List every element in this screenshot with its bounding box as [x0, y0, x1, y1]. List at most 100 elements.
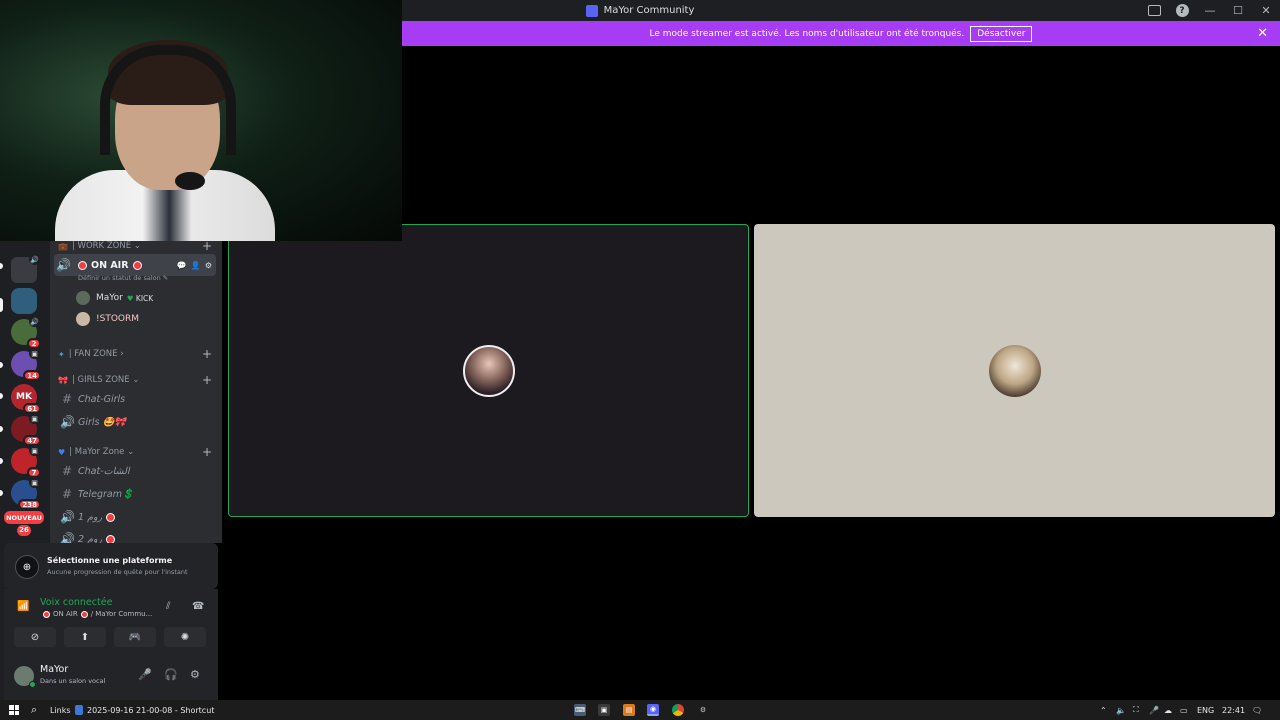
voice-channel-1[interactable]: 🔊 1 روم — [58, 508, 216, 526]
voice-tile[interactable] — [754, 224, 1275, 517]
microphone-icon[interactable]: 🎤 — [138, 668, 152, 681]
server-icon[interactable]: ▣ 14 — [11, 348, 41, 381]
speaker-icon: 🔊 — [29, 316, 40, 327]
screen-share-icon: ▣ — [29, 413, 40, 424]
soundboard-button[interactable]: ✺ — [164, 627, 206, 647]
taskbar-app-obs[interactable]: ▣ — [598, 704, 610, 716]
voice-user-name: MaYor — [96, 293, 123, 303]
category-label: FAN ZONE — [74, 349, 118, 359]
screen-share-icon: ⬆ — [80, 631, 90, 643]
voice-channel-2[interactable]: 🔊 2 روم — [58, 530, 216, 543]
text-channel-chat-arabic[interactable]: # Chat-الشات — [58, 462, 216, 480]
channel-name: Girls 🤩🎀 — [78, 416, 127, 428]
voice-user-stoorm[interactable]: !STOORM — [76, 310, 139, 328]
onedrive-icon[interactable]: ☁ — [1164, 704, 1172, 716]
controller-icon: ⊕ — [15, 555, 39, 579]
inbox-button[interactable] — [1140, 0, 1168, 21]
network-icon[interactable]: ⛶ — [1133, 704, 1139, 716]
category-emoji: 🎀 — [58, 375, 68, 385]
red-circle-icon — [106, 534, 116, 543]
quest-panel[interactable]: ⊕ Sélectionne une plateforme Aucune prog… — [4, 543, 218, 589]
headphones-icon[interactable]: 🎧 — [164, 668, 178, 681]
folder-icon: ▤ — [623, 704, 635, 716]
add-channel-icon[interactable]: + — [202, 445, 212, 459]
help-button[interactable]: ? — [1168, 0, 1196, 21]
set-channel-status[interactable]: Définir un statut de salon ✎ — [78, 274, 168, 282]
search-icon[interactable]: ⌕ — [31, 703, 37, 716]
clock[interactable]: 22:41 — [1222, 704, 1245, 716]
gear-icon[interactable]: ⚙ — [205, 261, 212, 270]
server-icon[interactable]: 🔊 2 — [11, 316, 41, 349]
taskbar-app-chrome[interactable] — [672, 704, 684, 716]
category-mayor-zone[interactable]: ♥ | MaYor Zone ⌄ + — [58, 445, 216, 459]
text-channel-telegram[interactable]: # Telegram💲 — [58, 485, 216, 503]
unread-pip — [0, 362, 3, 368]
voice-tile-speaking[interactable] — [228, 224, 749, 517]
disconnect-icon[interactable]: ☎ — [192, 601, 204, 612]
close-window-button[interactable]: ✕ — [1252, 0, 1280, 21]
start-button[interactable] — [9, 704, 19, 716]
unread-pip — [0, 490, 3, 496]
category-work-zone[interactable]: 💼 | WORK ZONE ⌄ + — [58, 241, 216, 253]
volume-icon[interactable]: 🔈 — [1116, 704, 1126, 716]
server-icon[interactable]: ▣ 47 — [11, 413, 41, 446]
signal-icon[interactable]: 📶 — [17, 601, 29, 612]
username[interactable]: MaYor — [40, 664, 68, 675]
voice-channel-girls[interactable]: 🔊 Girls 🤩🎀 — [58, 413, 216, 431]
voice-channel-on-air[interactable]: 🔊 ON AIR 💬 👤 ⚙ — [54, 254, 216, 276]
window-title: MaYor Community — [603, 5, 695, 16]
add-channel-icon[interactable]: + — [202, 347, 212, 361]
server-icon-mk[interactable]: MK 61 — [11, 384, 41, 414]
unread-pip — [0, 393, 3, 399]
taskbar-app-discord[interactable]: ◉ — [647, 704, 659, 716]
server-icon[interactable]: ▣ 7 — [11, 445, 41, 478]
keyboard-icon: ⌨ — [574, 704, 586, 716]
user-settings-gear-icon[interactable]: ⚙ — [190, 668, 200, 681]
red-circle-icon — [80, 610, 88, 618]
participant-avatar — [988, 344, 1041, 397]
add-channel-icon[interactable]: + — [202, 373, 212, 387]
avatar — [76, 312, 90, 326]
category-fan-zone[interactable]: ✦ | FAN ZONE › + — [58, 347, 216, 361]
activities-button[interactable]: 🎮 — [114, 627, 156, 647]
server-icon-mayor[interactable] — [11, 288, 37, 314]
camera-off-button[interactable]: ⊘ — [14, 627, 56, 647]
kick-label: KICK — [135, 293, 154, 303]
maximize-button[interactable]: ☐ — [1224, 0, 1252, 21]
microphone-tray-icon[interactable]: 🎤 — [1149, 704, 1159, 716]
notifications-icon[interactable]: 🗨 — [1252, 704, 1262, 716]
hash-icon: # — [61, 392, 73, 406]
channel-name: 1 روم — [78, 511, 103, 523]
online-status-icon — [29, 681, 36, 688]
red-circle-icon — [132, 260, 142, 270]
taskbar-app-files[interactable]: ▤ — [623, 704, 635, 716]
add-channel-icon[interactable]: + — [202, 241, 212, 253]
text-channel-chat-girls[interactable]: # Chat-Girls — [58, 390, 216, 408]
noise-suppression-icon[interactable]: ⫽ — [166, 601, 170, 612]
links-toolbar[interactable]: Links — [50, 704, 71, 716]
discord-icon: ◉ — [647, 704, 659, 716]
unread-pip — [0, 263, 3, 269]
server-icon[interactable]: ▣ 238 — [11, 477, 41, 510]
server-icon[interactable]: 🔊 — [11, 254, 40, 283]
voice-status-title[interactable]: Voix connectée — [40, 597, 112, 608]
chat-bubble-icon[interactable]: 💬 — [177, 261, 187, 270]
screen-share-icon: ▣ — [29, 445, 40, 456]
voice-user-mayor[interactable]: MaYor ♥ KICK — [76, 289, 153, 307]
banner-close-icon[interactable]: ✕ — [1257, 26, 1268, 41]
red-circle-icon — [78, 260, 87, 270]
channel-name: Telegram💲 — [78, 488, 134, 500]
server-icon[interactable]: 26 — [11, 523, 37, 537]
language-indicator[interactable]: ENG — [1197, 704, 1214, 716]
taskbar-app-keyboard[interactable]: ⌨ — [574, 704, 586, 716]
minimize-button[interactable]: — — [1196, 0, 1224, 21]
taskbar-app-settings[interactable]: ⚙ — [697, 704, 709, 716]
invite-icon[interactable]: 👤 — [191, 261, 201, 270]
screen-share-button[interactable]: ⬆ — [64, 627, 106, 647]
voice-channel-info[interactable]: ON AIR / MaYor Commu... — [40, 610, 152, 618]
taskbar-file-shortcut[interactable]: 2025-09-16 21-00-08 - Shortcut — [75, 704, 214, 716]
display-icon[interactable]: ▭ — [1180, 704, 1188, 716]
tray-overflow-icon[interactable]: ⌃ — [1100, 704, 1107, 716]
disable-streamer-mode-button[interactable]: Désactiver — [970, 25, 1033, 42]
category-girls-zone[interactable]: 🎀 | GIRLS ZONE ⌄ + — [58, 373, 216, 387]
